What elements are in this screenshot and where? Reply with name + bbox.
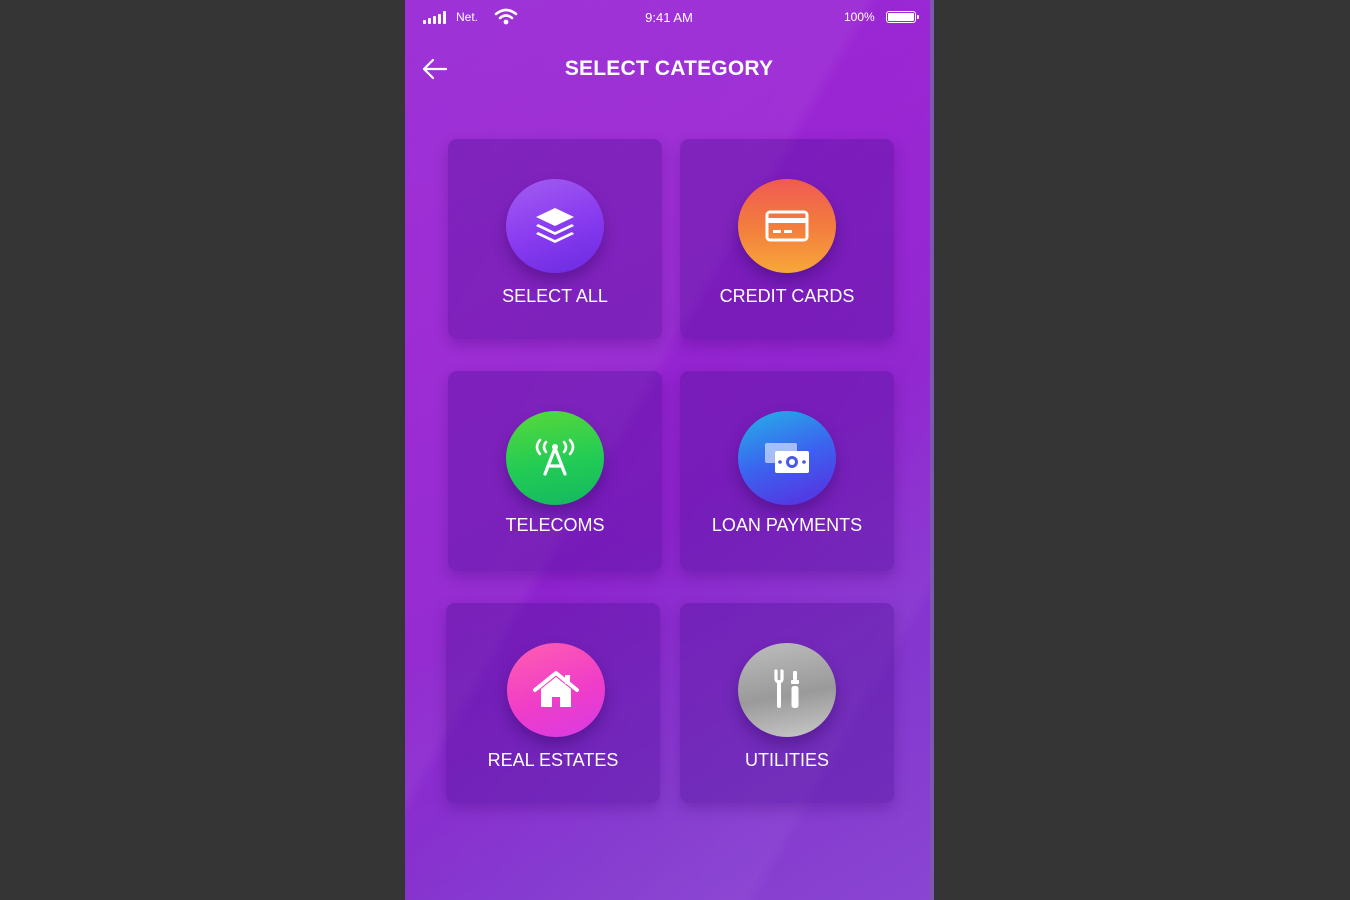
select-all-icon-circle	[506, 179, 604, 273]
category-label: TELECOMS	[505, 515, 605, 535]
loan-payments-icon-circle	[738, 411, 836, 505]
category-label: CREDIT CARDS	[719, 286, 855, 306]
money-icon	[765, 443, 809, 473]
battery-percent: 100%	[844, 10, 875, 24]
status-bar: Net. 9:41 AM 100%	[405, 0, 933, 34]
house-icon	[533, 671, 579, 707]
category-credit-cards[interactable]: CREDIT CARDS	[680, 139, 894, 339]
category-label: REAL ESTATES	[487, 750, 619, 770]
phone-edge	[930, 0, 934, 900]
layers-icon	[536, 208, 574, 243]
category-label: SELECT ALL	[502, 286, 608, 306]
category-utilities[interactable]: UTILITIES	[680, 603, 894, 803]
page-title: SELECT CATEGORY	[564, 57, 774, 80]
utilities-icon-circle	[738, 643, 836, 737]
tools-icon	[774, 669, 799, 708]
category-telecoms[interactable]: TELECOMS	[448, 371, 662, 571]
antenna-icon	[535, 438, 575, 476]
telecoms-icon-circle	[506, 411, 604, 505]
category-select-all[interactable]: SELECT ALL	[448, 139, 662, 339]
battery-icon	[886, 11, 919, 23]
category-loan-payments[interactable]: LOAN PAYMENTS	[680, 371, 894, 571]
category-real-estates[interactable]: REAL ESTATES	[446, 603, 660, 803]
credit-card-icon	[765, 210, 809, 242]
credit-cards-icon-circle	[738, 179, 836, 273]
category-label: UTILITIES	[744, 750, 829, 770]
real-estates-icon-circle	[507, 643, 605, 737]
phone-screen: Net. 9:41 AM 100% SELECT CATEGORY SELECT…	[405, 0, 933, 900]
category-label: LOAN PAYMENTS	[711, 515, 863, 535]
